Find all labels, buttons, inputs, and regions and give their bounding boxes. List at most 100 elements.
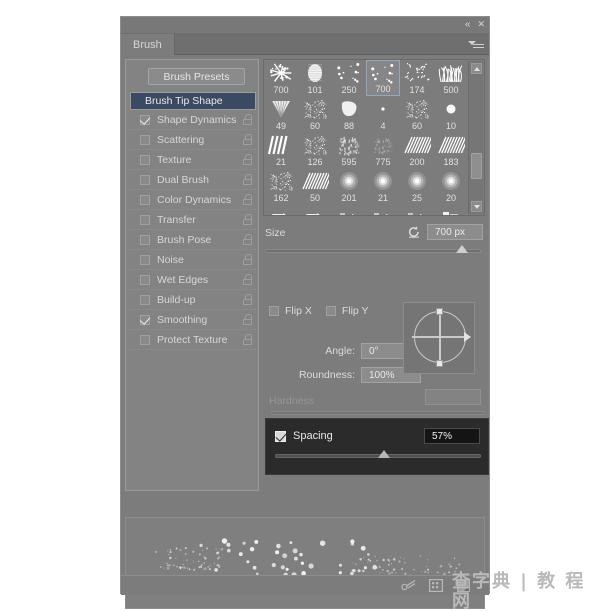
brush-option-brush-tip-shape[interactable]: Brush Tip Shape: [130, 92, 256, 110]
brush-option-color-dynamics[interactable]: Color Dynamics: [130, 190, 256, 210]
brush-option-transfer[interactable]: Transfer: [130, 210, 256, 230]
brush-tip-cell[interactable]: 21: [366, 168, 400, 204]
scroll-up-arrow-icon[interactable]: [471, 63, 482, 74]
collapse-icon[interactable]: «: [465, 18, 470, 31]
brush-tip-cell[interactable]: 200: [400, 132, 435, 168]
roundness-handle-bottom[interactable]: [436, 360, 443, 367]
checkbox-wet-edges[interactable]: [140, 274, 150, 285]
checkbox-noise[interactable]: [140, 254, 150, 265]
toggle-airbrush-icon[interactable]: [401, 579, 416, 593]
spacing-checkbox[interactable]: [275, 430, 286, 442]
size-slider-knob[interactable]: [455, 245, 468, 253]
brush-tip-cell[interactable]: 50: [298, 168, 333, 204]
scrollbar-thumb[interactable]: [471, 153, 482, 179]
brush-size-number: 201: [341, 193, 357, 203]
spacing-slider[interactable]: [275, 450, 481, 458]
brush-tip-cell[interactable]: 20: [434, 168, 468, 204]
lock-icon[interactable]: [243, 294, 252, 305]
checkbox-build-up[interactable]: [140, 294, 150, 305]
brush-tip-cell[interactable]: [298, 204, 332, 215]
reset-size-icon[interactable]: [407, 225, 421, 239]
lock-icon[interactable]: [243, 274, 252, 285]
lock-icon[interactable]: [243, 214, 252, 225]
brush-tip-grid[interactable]: 700 101 250 700 174 500 49 60 88 4 60 10 21 126 595 775…: [263, 59, 485, 216]
lock-icon[interactable]: [243, 154, 252, 165]
brush-tip-cell[interactable]: 700: [264, 60, 298, 96]
brush-tip-cell[interactable]: 10: [434, 96, 468, 132]
brush-option-wet-edges[interactable]: Wet Edges: [130, 270, 256, 290]
flip-y-checkbox[interactable]: Flip Y: [325, 305, 369, 317]
brush-tip-cell[interactable]: 25: [400, 168, 434, 204]
angle-pointer-icon[interactable]: [464, 332, 471, 342]
brush-panel-icon[interactable]: [429, 579, 444, 593]
lock-icon[interactable]: [243, 134, 252, 145]
brush-tip-cell[interactable]: 183: [434, 132, 469, 168]
brush-option-dual-brush[interactable]: Dual Brush: [130, 170, 256, 190]
brush-option-smoothing[interactable]: Smoothing: [130, 310, 256, 330]
brush-tip-cell[interactable]: 595: [332, 132, 366, 168]
brush-option-protect-texture[interactable]: Protect Texture: [130, 330, 256, 350]
checkbox-protect-texture[interactable]: [140, 334, 150, 345]
brush-option-texture[interactable]: Texture: [130, 150, 256, 170]
brush-tip-cell[interactable]: 21: [264, 132, 298, 168]
brush-tip-cell[interactable]: 60: [400, 96, 434, 132]
brush-thumbnail-noise-icon: [301, 98, 329, 120]
spacing-slider-knob[interactable]: [377, 450, 390, 458]
checkbox-brush-pose[interactable]: [140, 234, 150, 245]
brush-tip-cell[interactable]: 49: [264, 96, 298, 132]
brush-tip-cell[interactable]: [434, 204, 468, 215]
close-icon[interactable]: ✕: [477, 18, 485, 31]
brush-tip-cell[interactable]: 162: [264, 168, 298, 204]
brush-tip-cell[interactable]: 101: [298, 60, 332, 96]
brush-option-shape-dynamics[interactable]: Shape Dynamics: [130, 110, 256, 130]
brush-tip-cell[interactable]: 88: [332, 96, 366, 132]
size-value-field[interactable]: 700 px: [427, 224, 483, 240]
checkbox-texture[interactable]: [140, 154, 150, 165]
tab-brush[interactable]: Brush: [121, 34, 175, 55]
brush-option-noise[interactable]: Noise: [130, 250, 256, 270]
brush-tip-cell[interactable]: [366, 204, 400, 215]
brush-tip-cell[interactable]: 250: [332, 60, 366, 96]
spacing-value-field[interactable]: 57%: [424, 428, 480, 444]
lock-icon[interactable]: [243, 174, 252, 185]
brush-option-brush-pose[interactable]: Brush Pose: [130, 230, 256, 250]
brush-option-label: Transfer: [157, 213, 196, 226]
brush-tip-cell[interactable]: [400, 204, 434, 215]
brush-tip-cell[interactable]: 126: [298, 132, 332, 168]
scroll-down-arrow-icon[interactable]: [471, 201, 482, 212]
checkbox-scattering[interactable]: [140, 134, 150, 145]
lock-icon[interactable]: [243, 114, 252, 125]
brush-tip-cell[interactable]: 4: [366, 96, 400, 132]
checkbox-dual-brush[interactable]: [140, 174, 150, 185]
flip-y-box[interactable]: [325, 306, 336, 316]
lock-icon[interactable]: [243, 194, 252, 205]
checkbox-color-dynamics[interactable]: [140, 194, 150, 205]
roundness-handle-top[interactable]: [436, 308, 443, 315]
checkbox-smoothing[interactable]: [140, 314, 150, 325]
brush-tip-cell[interactable]: [264, 204, 298, 215]
brush-tip-cell[interactable]: 60: [298, 96, 332, 132]
checkbox-transfer[interactable]: [140, 214, 150, 225]
brush-tip-cell[interactable]: 775: [366, 132, 400, 168]
brush-tip-cell[interactable]: 174: [400, 60, 434, 96]
size-slider[interactable]: [265, 245, 481, 253]
brush-presets-button[interactable]: Brush Presets: [148, 68, 245, 85]
lock-icon[interactable]: [243, 234, 252, 245]
lock-icon[interactable]: [243, 254, 252, 265]
flip-x-box[interactable]: [269, 306, 279, 316]
brush-tip-cell[interactable]: [332, 204, 366, 215]
brush-tip-cell[interactable]: 500: [434, 60, 468, 96]
checkbox-shape-dynamics[interactable]: [140, 114, 150, 125]
brush-tip-cell[interactable]: 700: [366, 60, 400, 96]
lock-icon[interactable]: [243, 314, 252, 325]
brush-option-scattering[interactable]: Scattering: [130, 130, 256, 150]
panel-menu-icon[interactable]: [468, 38, 484, 51]
brush-grid-scrollbar[interactable]: [468, 61, 483, 214]
brush-tip-cell[interactable]: 201: [332, 168, 366, 204]
brush-option-build-up[interactable]: Build-up: [130, 290, 256, 310]
brush-size-number: 500: [443, 85, 459, 95]
flip-x-checkbox[interactable]: Flip X: [269, 305, 312, 317]
brush-angle-roundness-preview[interactable]: [403, 302, 475, 374]
new-brush-icon[interactable]: [457, 579, 471, 593]
lock-icon[interactable]: [243, 334, 252, 345]
